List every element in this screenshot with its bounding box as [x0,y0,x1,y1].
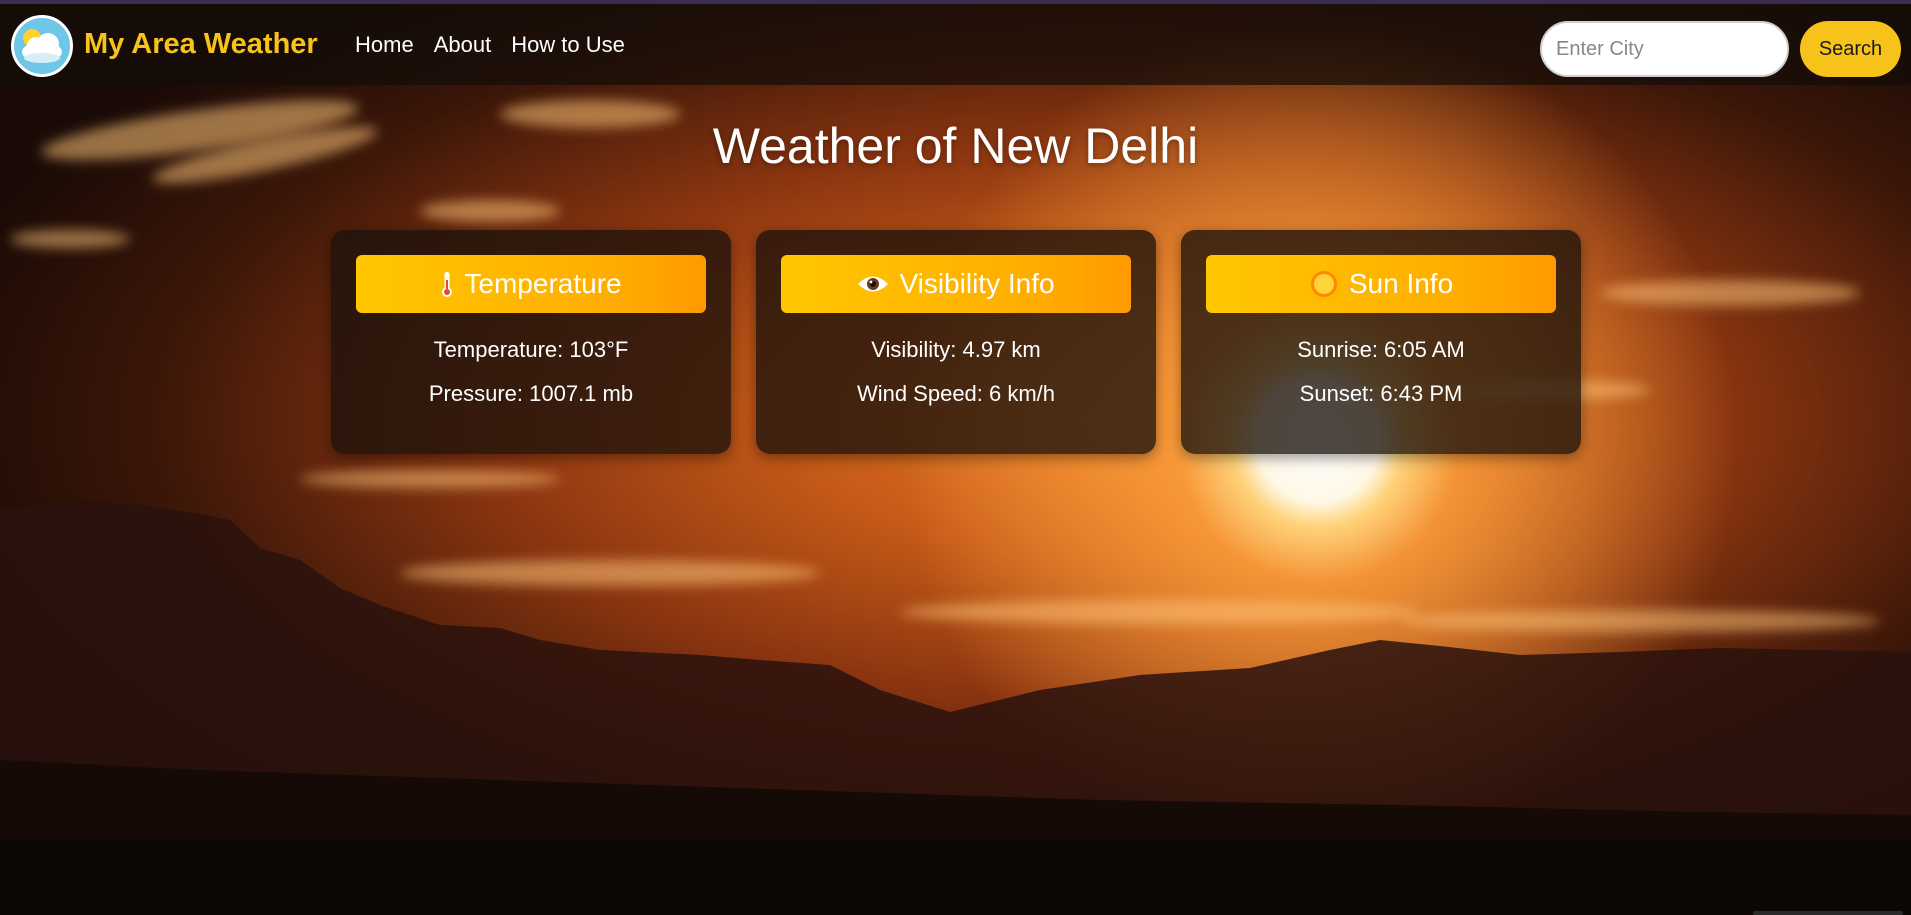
sun-icon [1309,269,1339,299]
card-header-label: Temperature [464,268,622,299]
thermometer-icon [440,270,454,298]
sunset-value: Sunset: 6:43 PM [1299,381,1463,406]
card-header-label: Sun Info [1348,268,1454,299]
sun-info-card: Sun Info Sunrise: 6:05 AM Sunset: 6:43 P… [1181,230,1581,454]
card-header-label: Visibility Info [899,268,1055,299]
pressure-value: Pressure: 1007.1 mb [428,381,634,406]
card-header-sun-info: Sun Info [1206,255,1556,313]
city-search-input[interactable] [1540,21,1789,77]
visibility-value: Visibility: 4.97 km [871,337,1041,362]
temperature-value: Temperature: 103°F [433,337,629,362]
visibility-card: Visibility Info Visibility: 4.97 km Wind… [756,230,1156,454]
temperature-card: Temperature Temperature: 103°F Pressure:… [331,230,731,454]
nav-link-about[interactable]: About [434,32,492,58]
nav-link-home[interactable]: Home [355,32,414,58]
page-title: Weather of New Delhi [712,118,1199,174]
navbar: My Area Weather Home About How to Use Se… [0,4,1911,85]
nav-links: Home About How to Use [355,32,625,58]
wind-speed-value: Wind Speed: 6 km/h [856,381,1056,406]
nav-link-how-to-use[interactable]: How to Use [511,32,625,58]
eye-icon [857,273,889,295]
scrollbar-hint [1753,911,1903,915]
weather-cloud-sun-icon[interactable] [11,15,73,77]
card-header-visibility: Visibility Info [781,255,1131,313]
search-button[interactable]: Search [1800,21,1901,77]
sunrise-value: Sunrise: 6:05 AM [1297,337,1465,362]
brand-title[interactable]: My Area Weather [84,28,318,61]
card-header-temperature: Temperature [356,255,706,313]
